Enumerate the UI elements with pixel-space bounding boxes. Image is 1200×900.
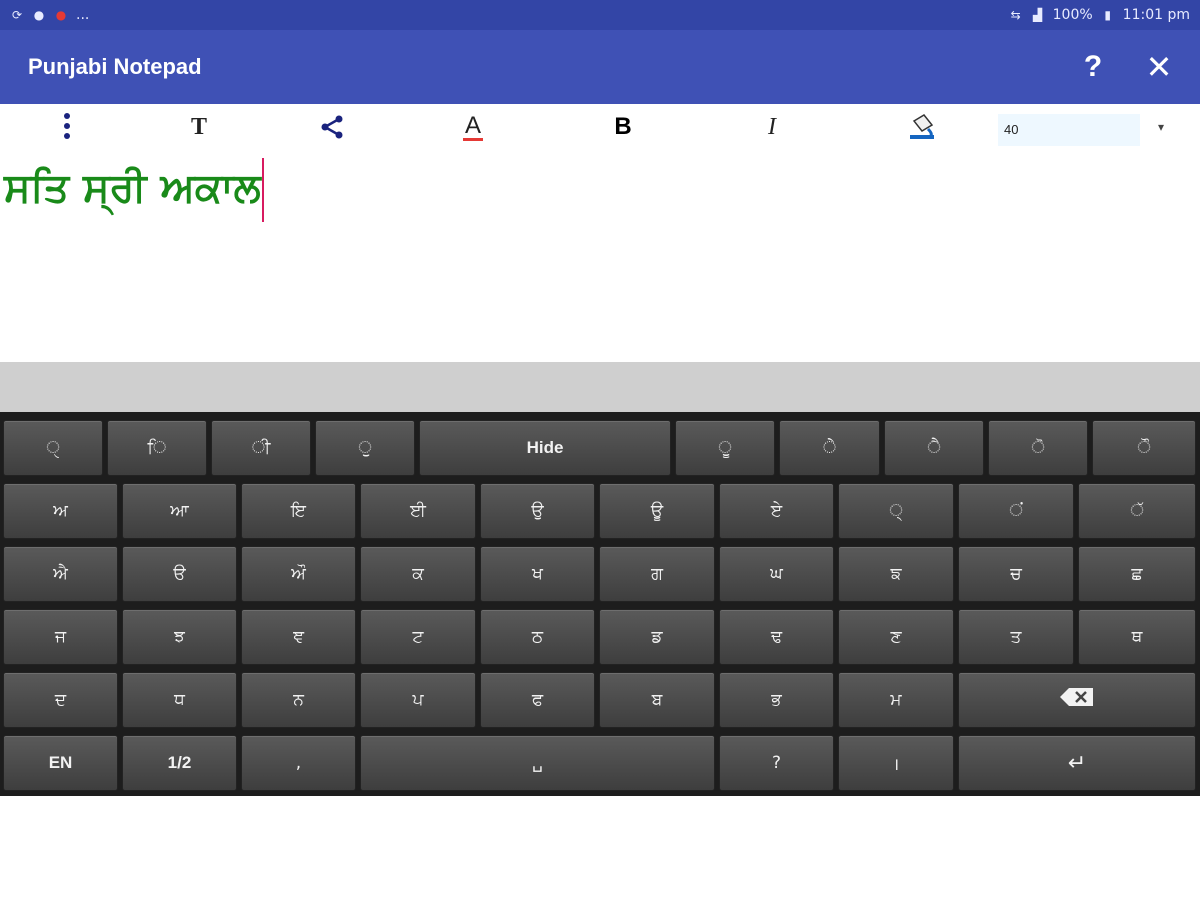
sync-icon: ⟳	[11, 8, 23, 22]
key-vowel-sign-ii[interactable]: ੀ	[211, 420, 311, 476]
language-toggle-key[interactable]: EN	[3, 735, 118, 791]
key-bha[interactable]: ਭ	[719, 672, 834, 728]
key-pa[interactable]: ਪ	[360, 672, 476, 728]
key-ai[interactable]: ਐ	[3, 546, 118, 602]
key-vowel-sign-uu[interactable]: ੂ	[675, 420, 775, 476]
key-vowel-sign-au[interactable]: ੌ	[1092, 420, 1196, 476]
key-ca[interactable]: ਚ	[958, 546, 1074, 602]
space-key[interactable]: ␣	[360, 735, 715, 791]
key-cha[interactable]: ਛ	[1078, 546, 1196, 602]
text-color-button[interactable]: A	[448, 104, 498, 150]
key-bindi[interactable]: ਂ	[958, 483, 1074, 539]
editor-text: ਸਤਿ ਸ੍ਰੀ ਅਕਾਲ	[4, 165, 261, 211]
status-overflow: ...	[76, 7, 90, 23]
status-left-icons: ⟳ ● ● ...	[10, 7, 89, 23]
battery-icon: ▮	[1104, 8, 1111, 22]
enter-key[interactable]: ↵	[958, 735, 1196, 791]
key-ka[interactable]: ਕ	[360, 546, 476, 602]
text-color-label: A	[464, 111, 481, 139]
key-nna[interactable]: ਣ	[838, 609, 954, 665]
font-size-input[interactable]: 40	[998, 114, 1140, 146]
more-vert-icon[interactable]	[42, 104, 92, 150]
status-right-icons: ⇆ ▟ 100% ▮ 11:01 pm	[1009, 7, 1190, 23]
key-dha[interactable]: ਧ	[122, 672, 237, 728]
key-tha[interactable]: ਥ	[1078, 609, 1196, 665]
key-au[interactable]: ਔ	[241, 546, 356, 602]
formatting-toolbar: T A B I 40	[0, 104, 1200, 150]
italic-button[interactable]: I	[747, 104, 797, 150]
backspace-icon	[1059, 687, 1095, 713]
page-toggle-key[interactable]: 1/2	[122, 735, 237, 791]
key-vowel-sign-oo[interactable]: ੋ	[988, 420, 1088, 476]
backspace-key[interactable]	[958, 672, 1196, 728]
key-vowel-sign-1[interactable]: ੑ	[3, 420, 103, 476]
editor-content[interactable]: ਸਤਿ ਸ੍ਰੀ ਅਕਾਲ	[4, 158, 264, 222]
key-da[interactable]: ਦ	[3, 672, 118, 728]
key-na[interactable]: ਨ	[241, 672, 356, 728]
battery-percent: 100%	[1052, 7, 1093, 23]
key-kha[interactable]: ਖ	[480, 546, 595, 602]
key-nya[interactable]: ਞ	[241, 609, 356, 665]
key-gha[interactable]: ਘ	[719, 546, 834, 602]
key-aa[interactable]: ਆ	[122, 483, 237, 539]
pinterest-icon: ●	[33, 8, 45, 22]
key-ttha[interactable]: ਠ	[480, 609, 595, 665]
comma-key[interactable]: ,	[241, 735, 356, 791]
key-u[interactable]: ਉ	[480, 483, 595, 539]
key-vowel-sign-ee[interactable]: ੇ	[779, 420, 880, 476]
key-a[interactable]: ਅ	[3, 483, 118, 539]
suggestion-strip	[0, 362, 1200, 412]
key-ura[interactable]: ੳ	[122, 546, 237, 602]
font-button[interactable]: T	[174, 104, 224, 150]
text-color-swatch	[463, 137, 483, 141]
key-jha[interactable]: ਝ	[122, 609, 237, 665]
key-ga[interactable]: ਗ	[599, 546, 715, 602]
signal-icon: ▟	[1033, 8, 1043, 22]
key-i[interactable]: ਇ	[241, 483, 356, 539]
text-editor[interactable]: ਸਤਿ ਸ੍ਰੀ ਅਕਾਲ	[0, 150, 1200, 362]
key-ee[interactable]: ਏ	[719, 483, 834, 539]
key-ddha[interactable]: ਢ	[719, 609, 834, 665]
key-uu[interactable]: ਊ	[599, 483, 715, 539]
key-tta[interactable]: ਟ	[360, 609, 476, 665]
app-bar: Punjabi Notepad ? ✕	[0, 30, 1200, 104]
key-vowel-sign-u[interactable]: ੁ	[315, 420, 415, 476]
status-bar: ⟳ ● ● ... ⇆ ▟ 100% ▮ 11:01 pm	[0, 0, 1200, 30]
hide-keyboard-button[interactable]: Hide	[419, 420, 671, 476]
key-ja[interactable]: ਜ	[3, 609, 118, 665]
record-icon: ●	[55, 8, 67, 22]
key-ii[interactable]: ਈ	[360, 483, 476, 539]
key-virama[interactable]: ੍	[838, 483, 954, 539]
key-vowel-sign-ai[interactable]: ੈ	[884, 420, 984, 476]
punjabi-keyboard: ੑ ਿ ੀ ੁ Hide ੂ ੇ ੈ ੋ ੌ ਅ ਆ ਇ ਈ ਉ ਊ ਏ ੍ ਂ…	[0, 412, 1200, 796]
share-icon[interactable]	[307, 104, 357, 150]
chevron-down-icon[interactable]: ▾	[1158, 120, 1178, 140]
key-ba[interactable]: ਬ	[599, 672, 715, 728]
fill-color-icon[interactable]	[897, 104, 947, 150]
clock: 11:01 pm	[1122, 7, 1190, 23]
key-pha[interactable]: ਫ	[480, 672, 595, 728]
close-button[interactable]: ✕	[1126, 30, 1192, 104]
bold-button[interactable]: B	[598, 104, 648, 150]
danda-key[interactable]: ।	[838, 735, 954, 791]
text-caret	[261, 158, 264, 222]
wifi-calling-icon: ⇆	[1010, 8, 1021, 22]
key-dda[interactable]: ਡ	[599, 609, 715, 665]
key-ta[interactable]: ਤ	[958, 609, 1074, 665]
help-button[interactable]: ?	[1060, 30, 1126, 104]
key-ma[interactable]: ਮ	[838, 672, 954, 728]
key-nga[interactable]: ਙ	[838, 546, 954, 602]
app-title: Punjabi Notepad	[28, 54, 202, 79]
key-addak[interactable]: ੱ	[1078, 483, 1196, 539]
question-key[interactable]: ?	[719, 735, 834, 791]
key-vowel-sign-i[interactable]: ਿ	[107, 420, 207, 476]
